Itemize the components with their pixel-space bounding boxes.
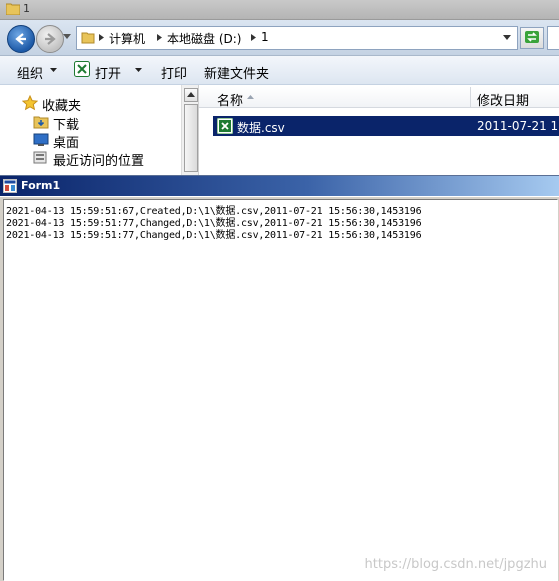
column-header-row: 名称 修改日期 [199,87,559,109]
file-date-modified: 2011-07-21 15 [477,119,559,133]
recent-pages-dropdown-icon[interactable] [63,34,71,39]
column-header-date-modified[interactable]: 修改日期 [477,90,529,109]
folder-icon [5,3,21,18]
refresh-icon [525,31,539,43]
form1-titlebar[interactable]: Form1 [0,176,559,196]
downloads-folder-icon [33,114,49,133]
new-folder-button[interactable]: 新建文件夹 [204,63,269,82]
recent-places-icon [33,150,49,169]
organize-button[interactable]: 组织 [17,63,43,82]
address-bar-area: 计算机 本地磁盘 (D:) 1 [0,20,559,56]
file-row-selected[interactable]: 数据.csv 2011-07-21 15 [213,116,559,136]
address-box[interactable]: 计算机 本地磁盘 (D:) 1 [76,26,518,50]
refresh-button[interactable] [520,27,544,49]
navigation-pane-scrollbar[interactable] [181,85,198,175]
file-name: 数据.csv [237,121,285,135]
breadcrumb-folder-1[interactable]: 1 [261,30,269,44]
nav-item-label: 桌面 [53,136,80,151]
search-input[interactable] [547,26,559,50]
star-icon [21,94,39,114]
forward-button[interactable] [36,25,64,53]
organize-dropdown-icon[interactable] [50,68,57,72]
sort-ascending-icon [247,95,254,99]
window-app-icon[interactable] [3,179,17,196]
log-line: 2021-04-13 15:59:51:77,Changed,D:\1\数据.c… [6,230,422,241]
scroll-up-button[interactable] [184,88,198,102]
arrow-up-icon [187,92,195,97]
scrollbar-thumb[interactable] [184,104,198,172]
breadcrumb-arrow-icon[interactable] [251,34,256,41]
arrow-right-icon [45,33,56,45]
excel-csv-icon [217,118,233,137]
explorer-title: 1 [23,2,30,15]
column-divider[interactable] [470,87,471,107]
address-history-dropdown-icon[interactable] [503,35,511,40]
excel-icon[interactable] [74,61,90,80]
navigation-pane: 收藏夹 下载 桌面 最近访问的位置 [0,85,180,175]
breadcrumb-local-disk[interactable]: 本地磁盘 (D:) [167,30,241,47]
arrow-left-icon [15,33,26,45]
column-header-name[interactable]: 名称 [217,90,243,109]
desktop-icon [33,132,49,151]
print-button[interactable]: 打印 [161,63,187,82]
nav-item-label: 最近访问的位置 [53,154,145,169]
watermark-text: https://blog.csdn.net/jpgzhu [364,557,547,572]
open-dropdown-icon[interactable] [135,68,142,72]
explorer-window: 1 计算机 本地磁盘 (D:) 1 组织 打开 打印 新建文件夹 收藏夹 下载 … [0,0,559,176]
explorer-titlebar[interactable]: 1 [0,0,559,20]
command-bar: 组织 打开 打印 新建文件夹 [0,56,559,85]
open-button[interactable]: 打开 [95,63,121,82]
log-textbox[interactable]: 2021-04-13 15:59:51:67,Created,D:\1\数据.c… [3,199,558,581]
form1-client-area: 2021-04-13 15:59:51:67,Created,D:\1\数据.c… [0,197,559,581]
file-list: 名称 修改日期 数据.csv 2011-07-21 15 [198,85,559,175]
nav-item-label: 收藏夹 [42,99,82,114]
form1-title: Form1 [21,179,61,192]
folder-icon [81,30,95,47]
form1-window: Form1 2021-04-13 15:59:51:67,Created,D:\… [0,175,559,581]
breadcrumb-computer[interactable]: 计算机 [109,30,145,47]
back-button[interactable] [7,25,35,53]
nav-item-label: 下载 [53,118,80,133]
breadcrumb-arrow-icon[interactable] [157,34,162,41]
breadcrumb-arrow-icon[interactable] [99,34,104,41]
